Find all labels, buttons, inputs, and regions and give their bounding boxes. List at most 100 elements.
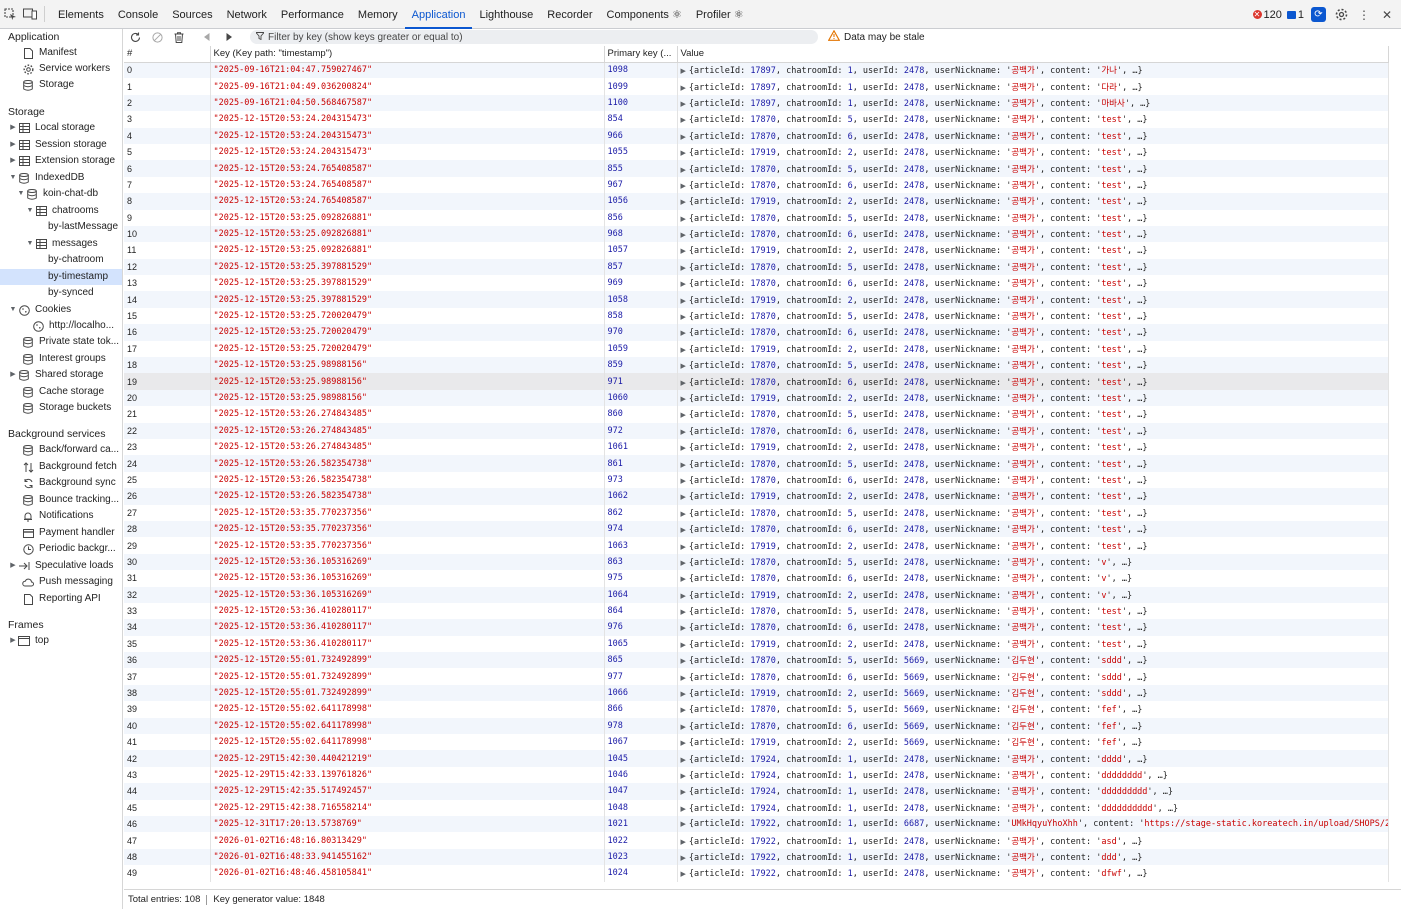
row-value[interactable]: ▶ {articleId: 17897, chatroomId: 1, userI… xyxy=(677,62,1389,79)
table-row[interactable]: 32 "2025-12-15T20:53:36.105316269" 1064 ▶ {a… xyxy=(124,586,1389,603)
collapse-arrow-icon[interactable]: ▼ xyxy=(8,302,18,318)
table-row[interactable]: 33 "2025-12-15T20:53:36.410280117" 864 ▶ {ar… xyxy=(124,602,1389,620)
table-row[interactable]: 40 "2025-12-15T20:55:02.641178998" 978 ▶ {ar… xyxy=(124,717,1389,735)
tab-components[interactable]: Components ⚛ xyxy=(600,0,689,29)
row-value[interactable]: ▶ {articleId: 17870, chatroomId: 6, userI… xyxy=(677,225,1389,243)
inspect-element-icon[interactable] xyxy=(0,0,20,29)
sidebar-item-cookies[interactable]: ▼ Cookies xyxy=(8,302,71,318)
sidebar-item-notifications[interactable]: Notifications xyxy=(22,508,93,524)
row-value[interactable]: ▶ {articleId: 17870, chatroomId: 6, userI… xyxy=(677,471,1389,489)
sidebar-item-bounce-tracking[interactable]: Bounce tracking... xyxy=(22,492,119,508)
table-row[interactable]: 20 "2025-12-15T20:53:25.98988156" 1060 ▶ {ar… xyxy=(124,389,1389,407)
row-value[interactable]: ▶ {articleId: 17870, chatroomId: 5, userI… xyxy=(677,209,1389,226)
table-row[interactable]: 1 "2025-09-16T21:04:49.036200824" 1099 ▶ {ar… xyxy=(124,78,1389,95)
table-row[interactable]: 47 "2026-01-02T16:48:16.80313429" 1022 ▶ {ar… xyxy=(124,832,1389,849)
sidebar-item-push-messaging[interactable]: Push messaging xyxy=(22,574,113,590)
table-row[interactable]: 11 "2025-12-15T20:53:25.092826881" 1057 ▶ {a… xyxy=(124,242,1389,259)
table-row[interactable]: 12 "2025-12-15T20:53:25.397881529" 857 ▶ {ar… xyxy=(124,258,1389,276)
sidebar-item-back-forward-cache[interactable]: Back/forward ca... xyxy=(22,442,119,458)
row-value[interactable]: ▶ {articleId: 17870, chatroomId: 6, userI… xyxy=(677,275,1389,292)
table-row[interactable]: 44 "2025-12-29T15:42:35.517492457" 1047 ▶ {a… xyxy=(124,783,1389,800)
sidebar-item-messages[interactable]: ▼ messages xyxy=(25,236,98,252)
sidebar-item-manifest[interactable]: Manifest xyxy=(22,45,77,61)
table-row[interactable]: 49 "2026-01-02T16:48:46.458105841" 1024 ▶ {a… xyxy=(124,865,1389,882)
row-value[interactable]: ▶ {articleId: 17924, chatroomId: 1, userI… xyxy=(677,750,1389,767)
row-value[interactable]: ▶ {articleId: 17870, chatroomId: 6, userI… xyxy=(677,520,1389,538)
table-row[interactable]: 8 "2025-12-15T20:53:24.765408587" 1056 ▶ {ar… xyxy=(124,193,1389,210)
table-row[interactable]: 2 "2025-09-16T21:04:50.568467587" 1100 ▶ {ar… xyxy=(124,94,1389,112)
collapse-arrow-icon[interactable]: ▼ xyxy=(8,170,18,186)
sidebar-item-payment-handler[interactable]: Payment handler xyxy=(22,525,115,541)
sidebar-item-reporting-api[interactable]: Reporting API xyxy=(22,591,101,607)
row-value[interactable]: ▶ {articleId: 17919, chatroomId: 2, userI… xyxy=(677,291,1389,308)
expand-arrow-icon[interactable]: ▶ xyxy=(8,367,18,383)
table-row[interactable]: 37 "2025-12-15T20:55:01.732492899" 977 ▶ {ar… xyxy=(124,668,1389,685)
sidebar-item-private-state-tokens[interactable]: Private state tok... xyxy=(22,334,119,350)
sidebar-item-interest-groups[interactable]: Interest groups xyxy=(22,351,106,367)
table-row[interactable]: 21 "2025-12-15T20:53:26.274843485" 860 ▶ {ar… xyxy=(124,406,1389,423)
delete-trash-icon[interactable] xyxy=(168,29,190,45)
table-row[interactable]: 17 "2025-12-15T20:53:25.720020479" 1059 ▶ {a… xyxy=(124,340,1389,358)
more-options-icon[interactable]: ⋮ xyxy=(1356,7,1372,23)
tab-lighthouse[interactable]: Lighthouse xyxy=(472,0,540,29)
table-row[interactable]: 5 "2025-12-15T20:53:24.204315473" 1055 ▶ {ar… xyxy=(124,143,1389,161)
error-counter[interactable]: ✕ 120 1 xyxy=(1252,9,1304,21)
table-row[interactable]: 13 "2025-12-15T20:53:25.397881529" 969 ▶ {ar… xyxy=(124,275,1389,292)
row-value[interactable]: ▶ {articleId: 17924, chatroomId: 1, userI… xyxy=(677,799,1389,816)
row-value[interactable]: ▶ {articleId: 17919, chatroomId: 2, userI… xyxy=(677,734,1389,751)
row-value[interactable]: ▶ {articleId: 17922, chatroomId: 1, userI… xyxy=(677,848,1389,866)
expand-arrow-icon[interactable]: ▶ xyxy=(8,633,18,649)
device-toolbar-icon[interactable] xyxy=(20,0,40,29)
table-row[interactable]: 3 "2025-12-15T20:53:24.204315473" 854 ▶ {art… xyxy=(124,111,1389,128)
sync-icon[interactable]: ⟳ xyxy=(1311,7,1326,22)
table-row[interactable]: 24 "2025-12-15T20:53:26.582354738" 861 ▶ {ar… xyxy=(124,455,1389,472)
row-value[interactable]: ▶ {articleId: 17870, chatroomId: 6, userI… xyxy=(677,570,1389,587)
sidebar-item-shared-storage[interactable]: ▶ Shared storage xyxy=(8,367,103,383)
sidebar-item-session-storage[interactable]: ▶ Session storage xyxy=(8,137,107,153)
column-header-value[interactable]: Value xyxy=(677,46,1389,63)
row-value[interactable]: ▶ {articleId: 17870, chatroomId: 6, userI… xyxy=(677,717,1389,735)
sidebar-item-periodic-background-sync[interactable]: Periodic backgr... xyxy=(22,541,116,557)
column-header-primary-key[interactable]: Primary key (... xyxy=(604,46,678,63)
row-value[interactable]: ▶ {articleId: 17919, chatroomId: 2, userI… xyxy=(677,193,1389,210)
table-row[interactable]: 41 "2025-12-15T20:55:02.641178998" 1067 ▶ {a… xyxy=(124,734,1389,751)
row-value[interactable]: ▶ {articleId: 17919, chatroomId: 2, userI… xyxy=(677,635,1389,653)
sidebar-item-extension-storage[interactable]: ▶ Extension storage xyxy=(8,153,115,169)
sidebar-item-service-workers[interactable]: Service workers xyxy=(22,61,110,77)
sidebar-item-chatrooms[interactable]: ▼ chatrooms xyxy=(25,203,99,219)
sidebar-item-storage-buckets[interactable]: Storage buckets xyxy=(22,400,111,416)
table-row[interactable]: 19 "2025-12-15T20:53:25.98988156" 971 ▶ {art… xyxy=(124,373,1389,390)
refresh-icon[interactable] xyxy=(124,29,146,45)
sidebar-item-frame-top[interactable]: ▶ top xyxy=(8,633,49,649)
collapse-arrow-icon[interactable]: ▼ xyxy=(25,203,35,219)
table-row[interactable]: 6 "2025-12-15T20:53:24.765408587" 855 ▶ {art… xyxy=(124,160,1389,177)
table-row[interactable]: 15 "2025-12-15T20:53:25.720020479" 858 ▶ {ar… xyxy=(124,307,1389,325)
row-value[interactable]: ▶ {articleId: 17919, chatroomId: 2, userI… xyxy=(677,586,1389,603)
row-value[interactable]: ▶ {articleId: 17919, chatroomId: 2, userI… xyxy=(677,143,1389,161)
table-row[interactable]: 0 "2025-09-16T21:04:47.759027467" 1098 ▶ {ar… xyxy=(124,62,1389,79)
row-value[interactable]: ▶ {articleId: 17919, chatroomId: 2, userI… xyxy=(677,488,1389,505)
table-row[interactable]: 35 "2025-12-15T20:53:36.410280117" 1065 ▶ {a… xyxy=(124,635,1389,653)
table-row[interactable]: 34 "2025-12-15T20:53:36.410280117" 976 ▶ {ar… xyxy=(124,619,1389,636)
tab-memory[interactable]: Memory xyxy=(351,0,405,29)
table-row[interactable]: 38 "2025-12-15T20:55:01.732492899" 1066 ▶ {a… xyxy=(124,684,1389,702)
close-icon[interactable]: ✕ xyxy=(1379,7,1395,23)
collapse-arrow-icon[interactable]: ▼ xyxy=(25,236,35,252)
tab-performance[interactable]: Performance xyxy=(274,0,351,29)
table-row[interactable]: 16 "2025-12-15T20:53:25.720020479" 970 ▶ {ar… xyxy=(124,324,1389,341)
row-value[interactable]: ▶ {articleId: 17919, chatroomId: 2, userI… xyxy=(677,340,1389,358)
row-value[interactable]: ▶ {articleId: 17870, chatroomId: 6, userI… xyxy=(677,127,1389,144)
row-value[interactable]: ▶ {articleId: 17897, chatroomId: 1, userI… xyxy=(677,78,1389,95)
row-value[interactable]: ▶ {articleId: 17919, chatroomId: 2, userI… xyxy=(677,242,1389,259)
table-row[interactable]: 14 "2025-12-15T20:53:25.397881529" 1058 ▶ {a… xyxy=(124,291,1389,308)
tab-console[interactable]: Console xyxy=(111,0,165,29)
tab-network[interactable]: Network xyxy=(220,0,274,29)
sidebar-item-storage[interactable]: Storage xyxy=(22,77,74,93)
sidebar-item-cache-storage[interactable]: Cache storage xyxy=(22,384,104,400)
row-value[interactable]: ▶ {articleId: 17919, chatroomId: 2, userI… xyxy=(677,684,1389,702)
expand-arrow-icon[interactable]: ▶ xyxy=(8,137,18,153)
expand-arrow-icon[interactable]: ▶ xyxy=(8,558,18,574)
row-value[interactable]: ▶ {articleId: 17870, chatroomId: 5, userI… xyxy=(677,504,1389,521)
row-value[interactable]: ▶ {articleId: 17870, chatroomId: 5, userI… xyxy=(677,111,1389,128)
column-header-key[interactable]: Key (Key path: "timestamp") xyxy=(210,46,605,63)
